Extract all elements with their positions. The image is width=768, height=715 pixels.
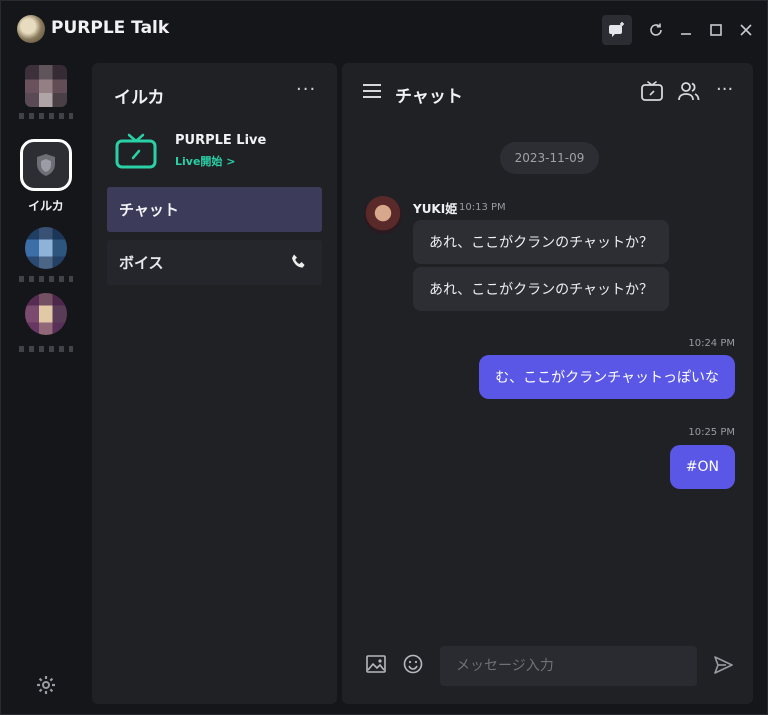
members-icon[interactable] (677, 80, 701, 102)
channel-label: ボイス (119, 254, 164, 272)
live-start-link[interactable]: Live開始 > (175, 153, 235, 169)
chat-more-button[interactable]: ··· (716, 79, 733, 100)
channel-item-chat[interactable]: チャット (107, 187, 322, 232)
message-bubble-incoming[interactable]: あれ、ここがクランのチャットか？ (413, 220, 669, 264)
image-icon[interactable] (365, 653, 387, 675)
avatar[interactable] (364, 196, 402, 234)
phone-icon (292, 254, 305, 268)
app-logo (17, 15, 45, 43)
live-name: PURPLE Live (175, 133, 267, 148)
settings-icon[interactable] (36, 675, 56, 695)
message-time: 10:13 PM (459, 202, 506, 213)
menu-icon[interactable] (362, 83, 382, 99)
live-tv-icon[interactable] (640, 80, 664, 102)
message-bubble-outgoing[interactable]: #ON (669, 445, 735, 489)
guild-avatar[interactable] (25, 65, 67, 107)
guild-label: イルカ (28, 199, 64, 213)
guild-avatar[interactable] (25, 227, 67, 269)
message-time: 10:24 PM (688, 338, 735, 349)
close-icon[interactable] (731, 15, 761, 45)
guild-more-button[interactable]: ··· (296, 79, 316, 100)
minimize-icon[interactable] (671, 15, 701, 45)
date-divider: 2023-11-09 (500, 142, 599, 174)
purple-live-entry[interactable]: PURPLE Live Live開始 > (114, 131, 324, 175)
title-bar: PURPLE Talk (1, 1, 767, 57)
channel-item-voice[interactable]: ボイス (107, 240, 322, 285)
chat-panel: チャット ··· 2023-11-09 YUKI姫 10:13 PM あれ、ここ… (342, 63, 753, 704)
guild-rail: イルカ (1, 57, 91, 715)
channel-panel: イルカ ··· PURPLE Live Live開始 > チャット ボイス (92, 63, 337, 704)
guild-avatar-active[interactable] (20, 139, 72, 191)
app-window: PURPLE Talk イルカ イルカ ··· PURPLE Live Live… (0, 0, 768, 715)
guild-title: イルカ (114, 88, 165, 108)
sender-name[interactable]: YUKI姫 (413, 200, 457, 217)
message-input[interactable] (440, 646, 697, 686)
chat-add-icon[interactable] (602, 15, 632, 45)
channel-label: チャット (119, 201, 179, 219)
maximize-icon[interactable] (701, 15, 731, 45)
emoji-icon[interactable] (402, 653, 424, 675)
shield-icon (37, 154, 55, 176)
guild-name-blurred (19, 346, 73, 352)
message-bubble-outgoing[interactable]: む、ここがクランチャットっぽいな (479, 355, 735, 399)
guild-name-blurred (19, 276, 73, 282)
send-icon[interactable] (712, 654, 734, 676)
guild-name-blurred (19, 113, 73, 119)
message-time: 10:25 PM (688, 427, 735, 438)
chat-title: チャット (395, 87, 463, 107)
message-bubble-incoming[interactable]: あれ、ここがクランのチャットか？ (413, 267, 669, 311)
live-tv-icon (115, 133, 157, 169)
guild-avatar[interactable] (25, 293, 67, 335)
refresh-icon[interactable] (641, 15, 671, 45)
app-title: PURPLE Talk (51, 18, 170, 38)
